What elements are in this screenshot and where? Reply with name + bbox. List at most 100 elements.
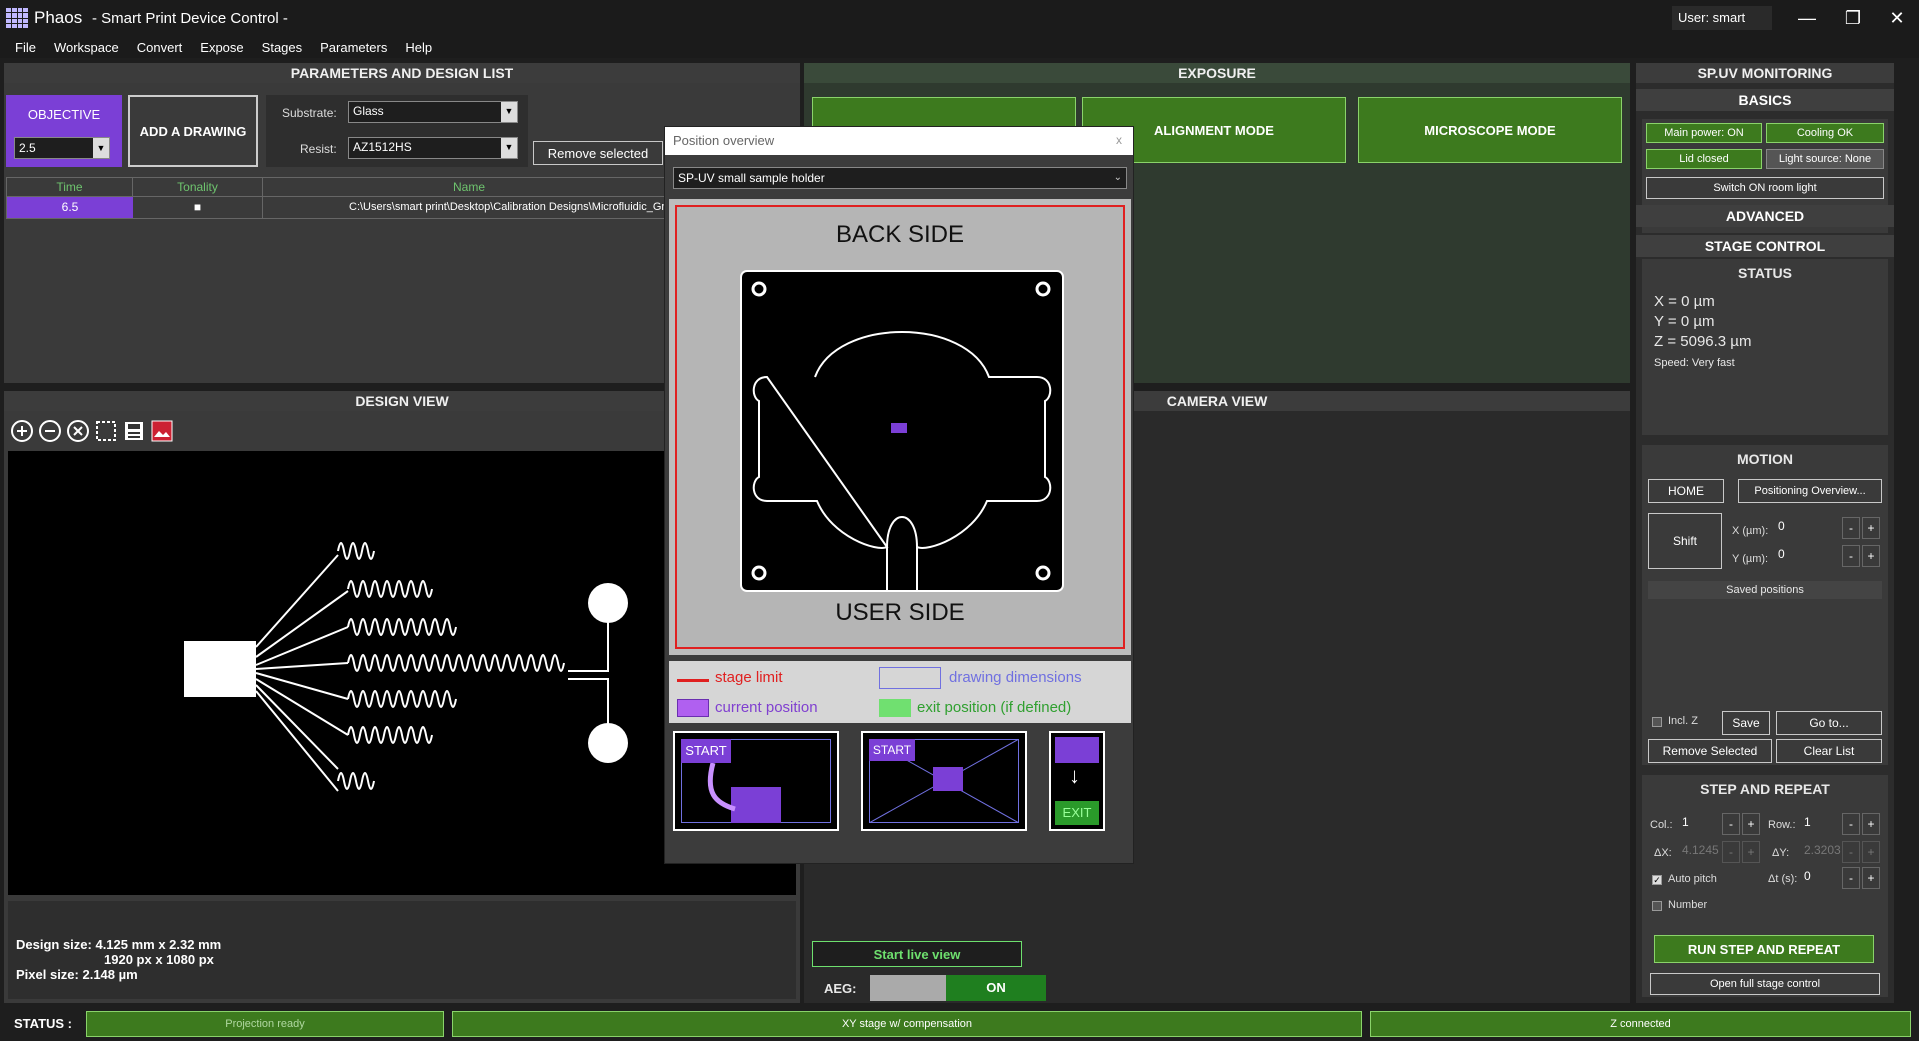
dy-plus-button[interactable]: +	[1862, 841, 1880, 863]
exit-button[interactable]: ↓ EXIT	[1049, 731, 1105, 831]
holder-value: SP-UV small sample holder	[678, 171, 825, 185]
number-checkbox[interactable]	[1652, 901, 1662, 911]
live-view-button[interactable]: Start live view	[812, 941, 1022, 967]
menu-parameters[interactable]: Parameters	[311, 36, 396, 58]
close-button[interactable]: ✕	[1882, 8, 1912, 29]
menu-bar: File Workspace Convert Expose Stages Par…	[0, 36, 1919, 58]
menu-workspace[interactable]: Workspace	[45, 36, 128, 58]
select-icon[interactable]	[94, 419, 118, 443]
dx-minus-button[interactable]: -	[1722, 841, 1740, 863]
minimize-button[interactable]: —	[1792, 8, 1822, 29]
dx-input[interactable]: 4.1245	[1678, 841, 1720, 863]
goto-button[interactable]: Go to...	[1776, 711, 1882, 735]
x-shift-input[interactable]: 0	[1774, 517, 1838, 539]
zoom-in-icon[interactable]	[10, 419, 34, 443]
close-icon[interactable]: x	[1111, 133, 1127, 149]
objective-select[interactable]: 2.5 ▼	[14, 137, 110, 159]
auto-pitch-checkbox[interactable]: ✓	[1652, 875, 1662, 885]
x-minus-button[interactable]: -	[1842, 517, 1860, 539]
menu-stages[interactable]: Stages	[253, 36, 311, 58]
row-tonality[interactable]: ■	[133, 197, 263, 218]
row-plus-button[interactable]: +	[1862, 813, 1880, 835]
dx-plus-button[interactable]: +	[1742, 841, 1760, 863]
user-label: User: smart print	[1672, 6, 1772, 49]
exit-position-legend: exit position (if defined)	[917, 699, 1072, 716]
menu-convert[interactable]: Convert	[128, 36, 192, 58]
image-icon[interactable]	[150, 419, 174, 443]
dt-plus-button[interactable]: +	[1862, 867, 1880, 889]
monitoring-title: SP.UV MONITORING	[1636, 63, 1894, 83]
x-plus-button[interactable]: +	[1862, 517, 1880, 539]
chevron-down-icon: ▼	[93, 138, 109, 158]
light-source-status: Light source: None	[1766, 149, 1884, 169]
stage-limit-legend: stage limit	[715, 669, 783, 686]
menu-help[interactable]: Help	[396, 36, 441, 58]
run-step-repeat-button[interactable]: RUN STEP AND REPEAT	[1654, 935, 1874, 963]
xy-stage-status: XY stage w/ compensation	[452, 1011, 1362, 1037]
y-shift-input[interactable]: 0	[1774, 545, 1838, 567]
full-stage-control-button[interactable]: Open full stage control	[1650, 973, 1880, 995]
dt-input[interactable]: 0	[1800, 867, 1840, 889]
design-toolbar	[10, 419, 174, 443]
holder-select[interactable]: SP-UV small sample holder ⌄	[673, 167, 1127, 189]
advanced-header[interactable]: ADVANCED	[1636, 205, 1894, 227]
home-button[interactable]: HOME	[1648, 479, 1724, 503]
column-time[interactable]: Time	[7, 178, 133, 196]
y-minus-button[interactable]: -	[1842, 545, 1860, 567]
main-power-status: Main power: ON	[1646, 123, 1762, 143]
column-tonality[interactable]: Tonality	[133, 178, 263, 196]
start-label-2: START	[869, 739, 915, 761]
substrate-value: Glass	[353, 104, 384, 118]
incl-z-label: Incl. Z	[1668, 715, 1698, 727]
stage-control-header: STAGE CONTROL	[1636, 235, 1894, 257]
design-info: Design size: 4.125 mm x 2.32 mm 1920 px …	[8, 901, 796, 999]
y-position: Y = 0 µm	[1654, 313, 1715, 330]
row-input[interactable]: 1	[1800, 813, 1840, 835]
auto-pitch-label: Auto pitch	[1668, 873, 1717, 885]
start-corner-button[interactable]: START	[673, 731, 839, 831]
fit-icon[interactable]	[66, 419, 90, 443]
restore-button[interactable]: ❐	[1838, 8, 1868, 29]
save-position-button[interactable]: Save	[1722, 711, 1770, 735]
menu-file[interactable]: File	[6, 36, 45, 58]
remove-selected-positions-button[interactable]: Remove Selected	[1648, 739, 1772, 763]
microscope-mode-button[interactable]: MICROSCOPE MODE	[1358, 97, 1622, 163]
incl-z-checkbox[interactable]	[1652, 717, 1662, 727]
drawing-dimensions-swatch	[879, 667, 941, 689]
z-stage-status: Z connected	[1370, 1011, 1911, 1037]
status-bar: STATUS : Projection ready XY stage w/ co…	[0, 1008, 1919, 1041]
shift-button[interactable]: Shift	[1648, 513, 1722, 569]
start-center-button[interactable]: START	[861, 731, 1027, 831]
aeg-toggle[interactable]: ON	[870, 975, 1046, 1001]
menu-expose[interactable]: Expose	[191, 36, 252, 58]
substrate-resist-box: Substrate: Glass ▼ Resist: AZ1512HS ▼	[266, 95, 528, 167]
add-drawing-button[interactable]: ADD A DRAWING	[128, 95, 258, 167]
clear-list-button[interactable]: Clear List	[1776, 739, 1882, 763]
dy-input[interactable]: 2.3203	[1800, 841, 1841, 863]
positioning-overview-button[interactable]: Positioning Overview...	[1738, 479, 1882, 503]
save-icon[interactable]	[122, 419, 146, 443]
saved-positions-list[interactable]	[1648, 599, 1882, 703]
col-plus-button[interactable]: +	[1742, 813, 1760, 835]
remove-selected-button[interactable]: Remove selected	[533, 141, 663, 165]
chevron-down-icon: ▼	[501, 138, 517, 158]
col-minus-button[interactable]: -	[1722, 813, 1740, 835]
cooling-status: Cooling OK	[1766, 123, 1884, 143]
col-label: Col.:	[1650, 819, 1673, 831]
title-bar: Phaos - Smart Print Device Control - Use…	[0, 0, 1919, 49]
legend: stage limit drawing dimensions current p…	[669, 661, 1131, 723]
room-light-button[interactable]: Switch ON room light	[1646, 177, 1884, 199]
col-input[interactable]: 1	[1678, 813, 1720, 835]
row-minus-button[interactable]: -	[1842, 813, 1860, 835]
dy-label: ΔY:	[1772, 847, 1790, 859]
dt-minus-button[interactable]: -	[1842, 867, 1860, 889]
row-time: 6.5	[7, 197, 133, 218]
y-plus-button[interactable]: +	[1862, 545, 1880, 567]
exit-position-swatch	[879, 699, 911, 717]
substrate-select[interactable]: Glass ▼	[348, 101, 518, 123]
zoom-out-icon[interactable]	[38, 419, 62, 443]
resist-select[interactable]: AZ1512HS ▼	[348, 137, 518, 159]
motion-header: MOTION	[1737, 451, 1793, 467]
dy-minus-button[interactable]: -	[1842, 841, 1860, 863]
sample-holder-icon	[740, 270, 1064, 592]
